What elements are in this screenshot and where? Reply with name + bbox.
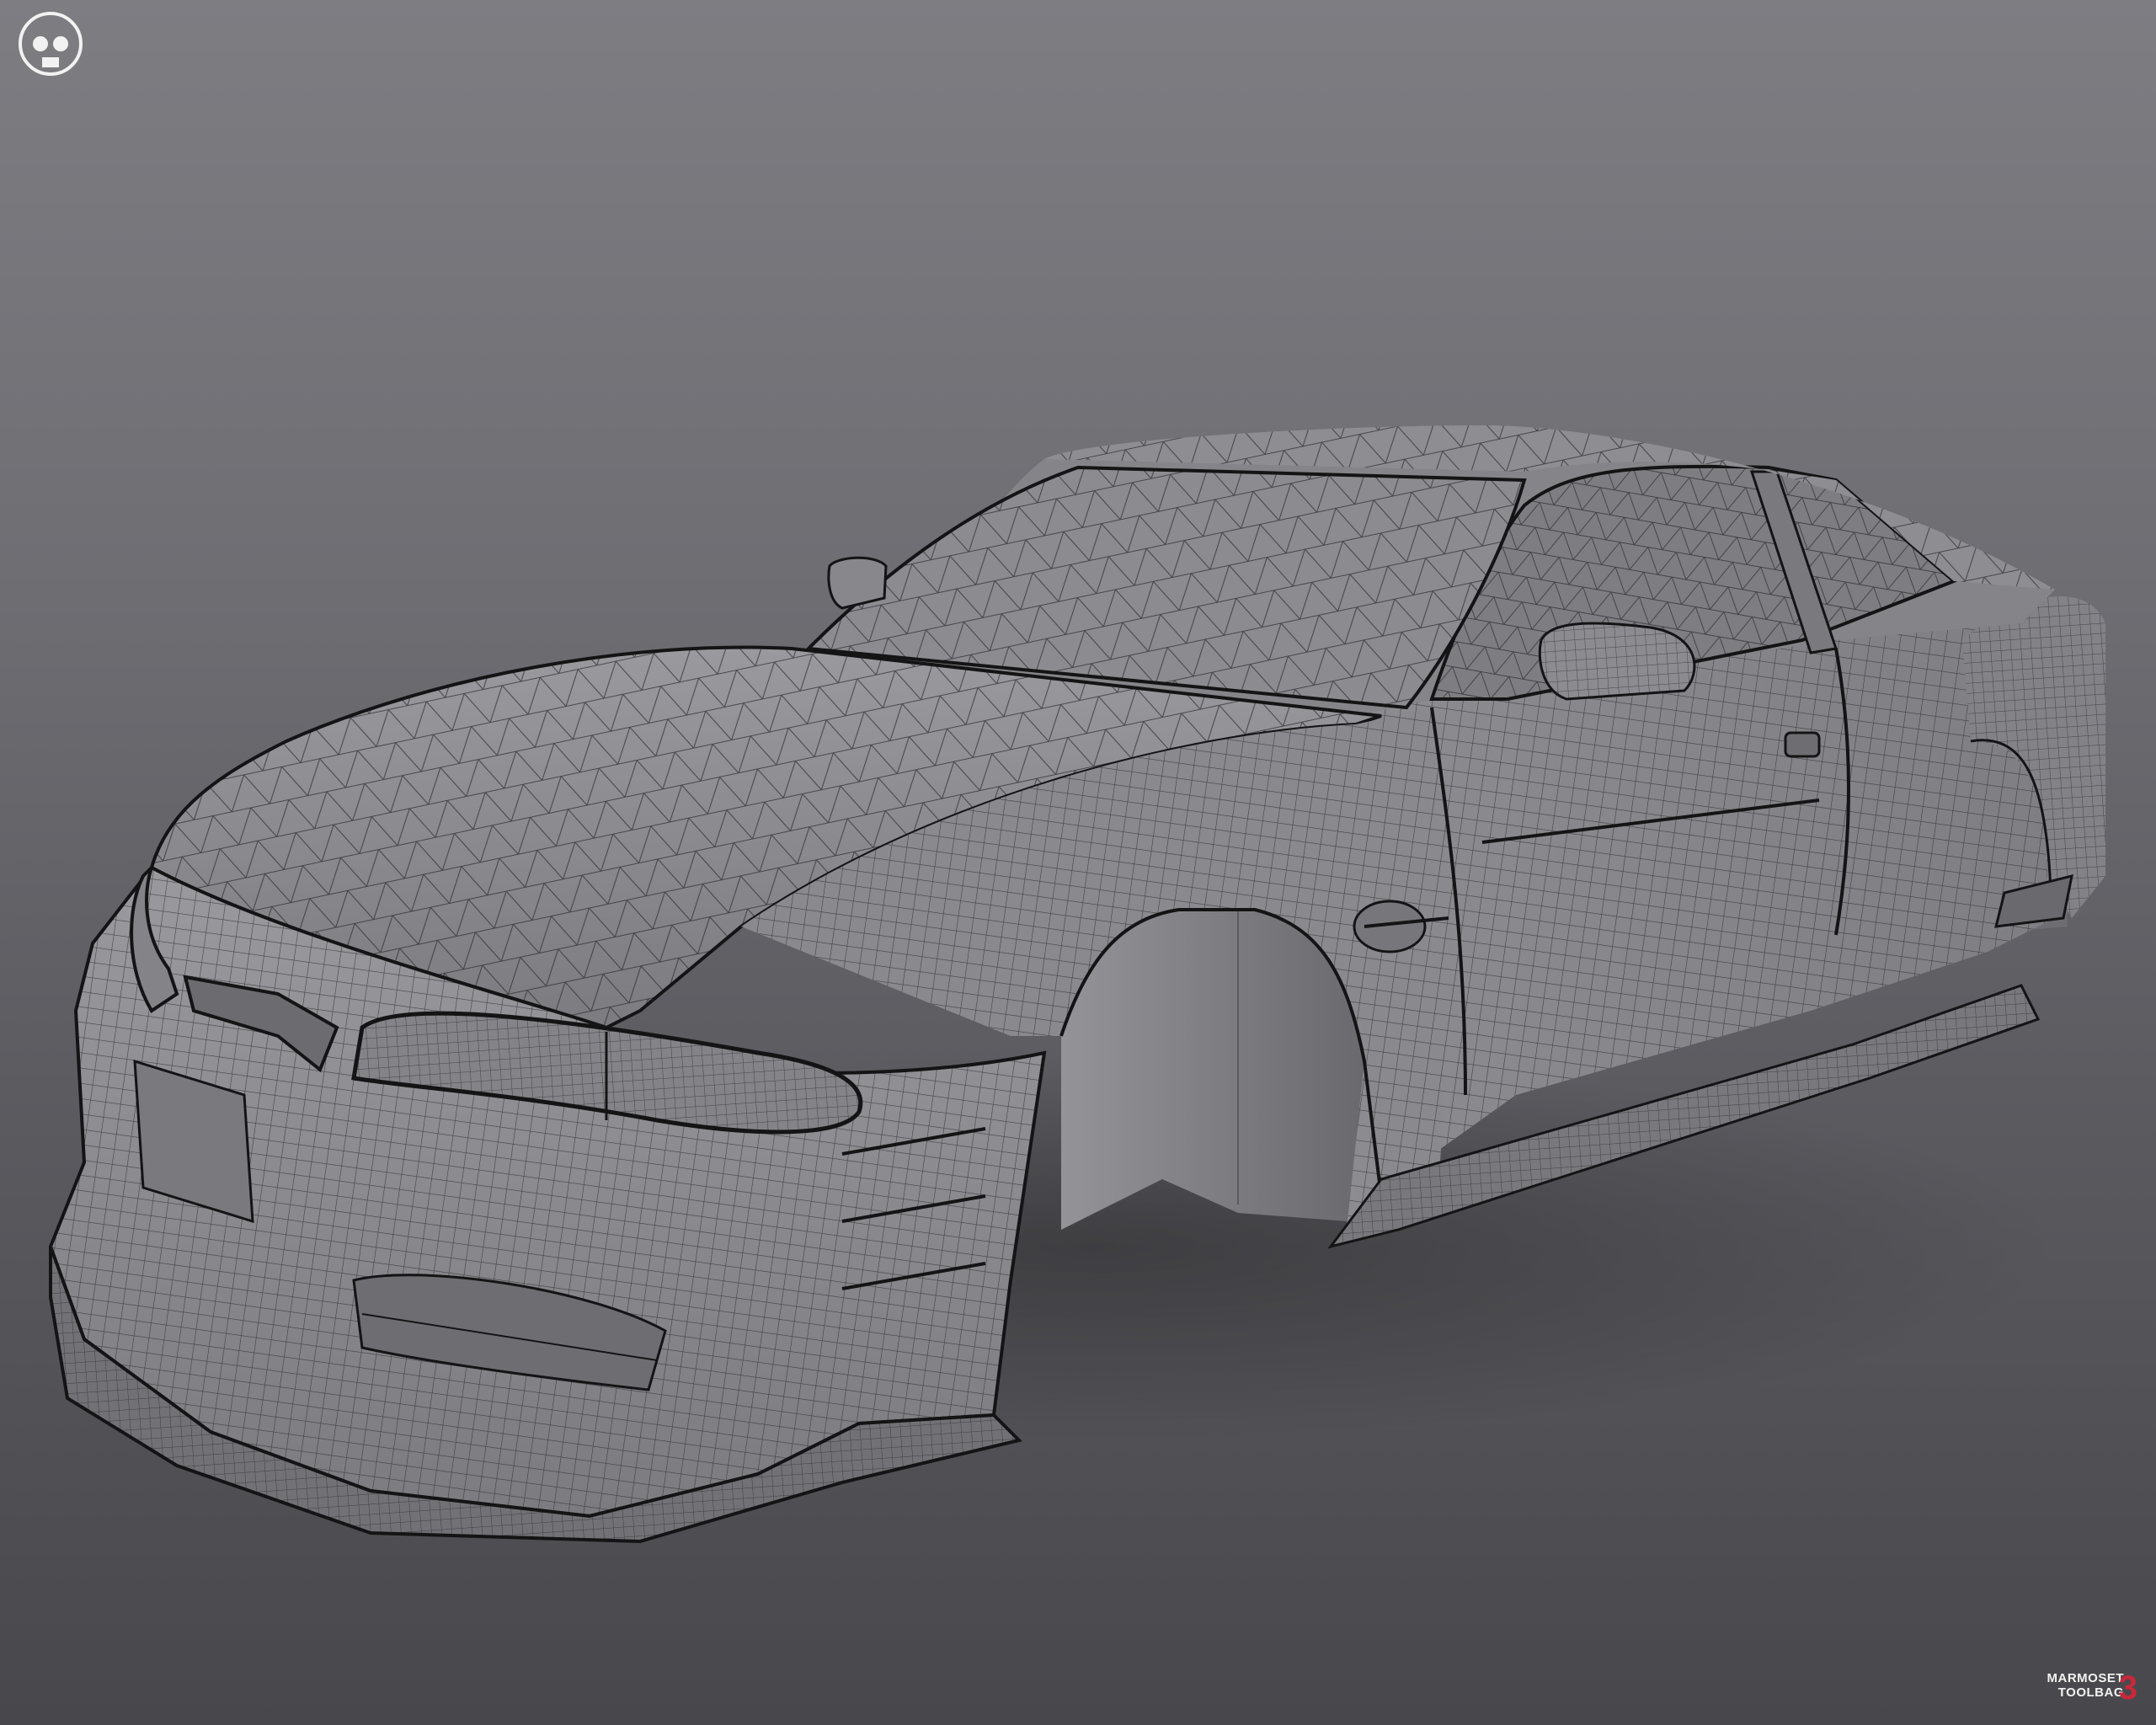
render-viewport: MARMOSET TOOLBAG 3 (0, 0, 2156, 1725)
marmoset-skull-icon (19, 12, 83, 76)
watermark-version: 3 (2118, 1669, 2137, 1706)
watermark-brand: MARMOSET TOOLBAG (2047, 1671, 2125, 1700)
far-mirror (827, 556, 888, 610)
door-handle (1784, 731, 1821, 758)
watermark-brand-line2: TOOLBAG (2057, 1685, 2124, 1700)
watermark-brand-line1: MARMOSET (2047, 1671, 2124, 1685)
side-mirror (1538, 622, 1696, 701)
car-wireframe-render (48, 425, 2105, 1544)
